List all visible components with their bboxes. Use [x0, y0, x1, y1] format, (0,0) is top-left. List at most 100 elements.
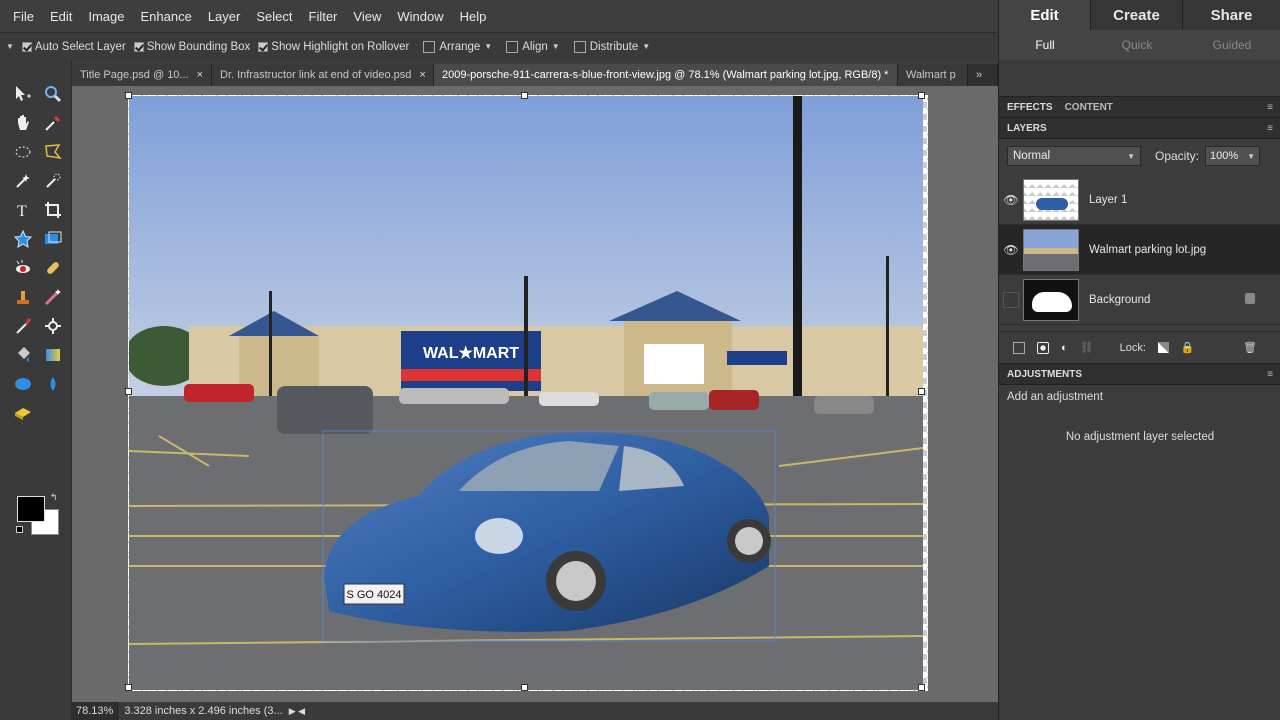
opacity-label: Opacity:	[1155, 149, 1200, 163]
lock-icon	[1245, 293, 1255, 304]
transform-handle[interactable]	[521, 92, 528, 99]
move-tool-icon[interactable]	[8, 80, 38, 107]
foreground-color-swatch[interactable]	[17, 496, 45, 522]
layer-row[interactable]: Background	[999, 275, 1280, 325]
crop-tool-icon[interactable]	[38, 196, 68, 223]
license-plate: S GO 4024	[346, 589, 401, 601]
close-icon[interactable]: ×	[419, 69, 425, 81]
tab-title-page[interactable]: Title Page.psd @ 10... ×	[72, 64, 212, 86]
recompose-tool-icon[interactable]	[38, 225, 68, 252]
align-button[interactable]: Align ▼	[506, 40, 560, 53]
link-icon[interactable]: ⛓	[1080, 341, 1094, 354]
tab-walmart[interactable]: Walmart p	[898, 64, 968, 86]
tab-create[interactable]: Create	[1091, 0, 1183, 30]
quick-selection-tool-icon[interactable]	[38, 167, 68, 194]
menu-filter[interactable]: Filter	[301, 9, 346, 24]
layer-mask-icon[interactable]	[1037, 341, 1049, 354]
lasso-tool-icon[interactable]	[38, 138, 68, 165]
transform-handle[interactable]	[125, 684, 132, 691]
visibility-toggle[interactable]	[999, 275, 1023, 325]
shape-tool-icon[interactable]	[8, 370, 38, 397]
distribute-button[interactable]: Distribute ▼	[573, 40, 650, 53]
tab-quick[interactable]: Quick	[1091, 30, 1183, 60]
red-eye-tool-icon[interactable]	[8, 254, 38, 281]
menu-layer[interactable]: Layer	[200, 9, 249, 24]
checkbox-icon	[258, 41, 269, 52]
clone-stamp-tool-icon[interactable]	[8, 283, 38, 310]
tab-edit[interactable]: Edit	[999, 0, 1091, 30]
checkbox-icon	[21, 41, 32, 52]
visibility-eye-icon[interactable]: 👁	[999, 225, 1023, 275]
tool-options-bar: ▼ Auto Select Layer Show Bounding Box Sh…	[0, 32, 998, 60]
menu-help[interactable]: Help	[452, 9, 495, 24]
menu-window[interactable]: Window	[389, 9, 451, 24]
sponge-tool-icon[interactable]	[8, 399, 38, 426]
opacity-field[interactable]: 100% ▼	[1205, 146, 1261, 166]
canvas-area[interactable]: WAL★MART S GO 4024	[72, 86, 998, 702]
close-icon[interactable]: ×	[197, 69, 203, 81]
gradient-tool-icon[interactable]	[38, 341, 68, 368]
smart-brush-tool-icon[interactable]	[38, 283, 68, 310]
marquee-tool-icon[interactable]	[8, 138, 38, 165]
menu-edit[interactable]: Edit	[42, 9, 80, 24]
adjustments-panel-header: ADJUSTMENTS ≡	[999, 363, 1280, 385]
document-canvas[interactable]: WAL★MART S GO 4024	[128, 95, 928, 691]
blur-tool-icon[interactable]	[38, 370, 68, 397]
transform-handle[interactable]	[918, 92, 925, 99]
transform-handle[interactable]	[918, 388, 925, 395]
lock-transparent-icon[interactable]	[1157, 342, 1169, 353]
new-layer-icon[interactable]	[1013, 341, 1025, 354]
show-highlight-checkbox[interactable]: Show Highlight on Rollover	[258, 41, 409, 53]
eyedropper-tool-icon[interactable]	[38, 109, 68, 136]
blend-mode-select[interactable]: Normal ▼	[1007, 146, 1141, 166]
menu-view[interactable]: View	[345, 9, 389, 24]
tool-preset-caret-icon[interactable]: ▼	[6, 42, 14, 51]
tab-guided[interactable]: Guided	[1183, 30, 1280, 60]
zoom-level[interactable]: 78.13%	[72, 702, 119, 720]
swap-colors-icon[interactable]: ↰	[50, 492, 58, 503]
layer-row[interactable]: 👁 Layer 1	[999, 175, 1280, 225]
default-colors-icon[interactable]	[16, 526, 23, 533]
layer-row[interactable]: 👁 Walmart parking lot.jpg	[999, 225, 1280, 275]
eraser-tool-icon[interactable]	[38, 312, 68, 339]
menu-image[interactable]: Image	[80, 9, 132, 24]
chevron-down-icon: ▼	[484, 42, 493, 51]
document-tabs: Title Page.psd @ 10... × Dr. Infrastructo…	[72, 64, 998, 86]
panel-menu-icon[interactable]: ≡	[1267, 123, 1273, 134]
menu-bar: File Edit Image Enhance Layer Select Fil…	[0, 0, 998, 32]
tab-content[interactable]: CONTENT	[1065, 102, 1113, 113]
transform-handle[interactable]	[125, 388, 132, 395]
status-menu-arrow-icon[interactable]: ▶ ◀	[289, 706, 305, 717]
panel-menu-icon[interactable]: ≡	[1267, 102, 1273, 113]
transform-handle[interactable]	[521, 684, 528, 691]
menu-enhance[interactable]: Enhance	[133, 9, 200, 24]
panel-menu-icon[interactable]: ≡	[1267, 369, 1273, 380]
zoom-tool-icon[interactable]	[38, 80, 68, 107]
tabs-overflow-icon[interactable]: »	[968, 64, 998, 86]
transform-handle[interactable]	[125, 92, 132, 99]
visibility-eye-icon[interactable]: 👁	[999, 175, 1023, 225]
lock-all-icon[interactable]: 🔒	[1181, 341, 1195, 354]
hand-tool-icon[interactable]	[8, 109, 38, 136]
auto-select-layer-checkbox[interactable]: Auto Select Layer	[21, 41, 126, 53]
transform-handle[interactable]	[918, 684, 925, 691]
healing-brush-tool-icon[interactable]	[38, 254, 68, 281]
layers-list: 👁 Layer 1 👁 Walmart parking lot.jpg Back…	[999, 175, 1280, 325]
type-tool-icon[interactable]: T	[8, 196, 38, 223]
tab-share[interactable]: Share	[1183, 0, 1280, 30]
tab-dr-infrastructor[interactable]: Dr. Infrastructor link at end of video.p…	[212, 64, 434, 86]
show-bounding-box-checkbox[interactable]: Show Bounding Box	[133, 41, 250, 53]
cookie-cutter-tool-icon[interactable]	[8, 225, 38, 252]
arrange-button[interactable]: Arrange ▼	[423, 40, 493, 53]
svg-text:T: T	[17, 203, 27, 220]
brush-tool-icon[interactable]	[8, 312, 38, 339]
tab-full[interactable]: Full	[999, 30, 1091, 60]
tab-effects[interactable]: EFFECTS	[1007, 102, 1053, 113]
magic-wand-tool-icon[interactable]	[8, 167, 38, 194]
tab-porsche[interactable]: 2009-porsche-911-carrera-s-blue-front-vi…	[434, 64, 898, 86]
menu-select[interactable]: Select	[248, 9, 300, 24]
paint-bucket-tool-icon[interactable]	[8, 341, 38, 368]
menu-file[interactable]: File	[5, 9, 42, 24]
trash-icon[interactable]: 🗑	[1243, 341, 1257, 354]
adjustment-layer-icon[interactable]: ◐	[1061, 342, 1068, 354]
